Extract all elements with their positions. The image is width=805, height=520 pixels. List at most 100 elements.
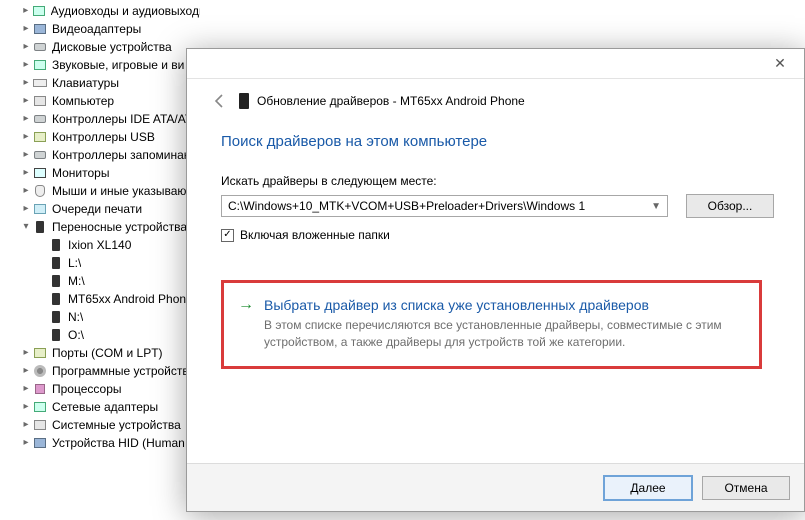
usb-icon — [32, 129, 48, 145]
cancel-button[interactable]: Отмена — [702, 476, 790, 500]
tree-item-label: Дисковые устройства — [52, 38, 172, 56]
tree-item[interactable]: ▸ Устройства HID (Human — [4, 434, 200, 452]
tree-item-label: Контроллеры USB — [52, 128, 155, 146]
chevron-right-icon[interactable]: ▸ — [20, 200, 32, 218]
chevron-right-icon[interactable]: ▸ — [20, 74, 32, 92]
gear-icon — [32, 363, 48, 379]
option-title: Выбрать драйвер из списка уже установлен… — [264, 297, 649, 313]
page-heading: Поиск драйверов на этом компьютере — [221, 133, 774, 150]
tree-item[interactable]: O:\ — [4, 326, 200, 344]
phone-icon — [48, 291, 64, 307]
dialog-titlebar: ✕ — [187, 49, 804, 79]
chevron-right-icon[interactable]: ▸ — [20, 2, 31, 20]
disk-icon — [32, 147, 48, 163]
tree-item[interactable]: ▸ Контроллеры USB — [4, 128, 200, 146]
tree-item-label: Звуковые, игровые и ви — [52, 56, 184, 74]
browse-button[interactable]: Обзор... — [686, 194, 774, 218]
dialog-title: Обновление драйверов - MT65xx Android Ph… — [257, 94, 525, 108]
tree-item[interactable]: ▸Видеоадаптеры — [4, 20, 200, 38]
tree-item-label: Порты (COM и LPT) — [52, 344, 163, 362]
tree-item-label: Очереди печати — [52, 200, 142, 218]
tree-item[interactable]: ▸Процессоры — [4, 380, 200, 398]
phone-icon — [48, 309, 64, 325]
tree-item-label: Аудиовходы и аудиовыходы — [51, 2, 200, 20]
tree-item-label: Сетевые адаптеры — [52, 398, 158, 416]
pc-icon — [32, 93, 48, 109]
tree-item[interactable]: ▸Программные устройств — [4, 362, 200, 380]
disk-icon — [32, 39, 48, 55]
tree-item[interactable]: ▾Переносные устройства — [4, 218, 200, 236]
chevron-right-icon[interactable]: ▸ — [20, 362, 32, 380]
tree-item[interactable]: ▸ Звуковые, игровые и ви — [4, 56, 200, 74]
tree-item-label: Мыши и иные указываю — [52, 182, 186, 200]
chevron-right-icon[interactable]: ▸ — [20, 344, 32, 362]
phone-icon — [48, 255, 64, 271]
chevron-right-icon[interactable]: ▸ — [20, 182, 32, 200]
chevron-right-icon[interactable]: ▸ — [20, 128, 32, 146]
tree-item[interactable]: ▸ Порты (COM и LPT) — [4, 344, 200, 362]
tree-item-label: Ixion XL140 — [68, 236, 131, 254]
tree-item[interactable]: ▸ Дисковые устройства — [4, 38, 200, 56]
tree-item[interactable]: ▸ Системные устройства — [4, 416, 200, 434]
proc-icon — [32, 381, 48, 397]
tree-item-label: M:\ — [68, 272, 85, 290]
chevron-right-icon[interactable]: ▸ — [20, 398, 32, 416]
tree-item[interactable]: ▸Контроллеры запоминан — [4, 146, 200, 164]
tree-item-label: L:\ — [68, 254, 81, 272]
arrow-right-icon: → — [238, 297, 254, 313]
tree-item[interactable]: N:\ — [4, 308, 200, 326]
monitor-icon — [32, 165, 48, 181]
printer-icon — [32, 201, 48, 217]
tree-item[interactable]: MT65xx Android Phone — [4, 290, 200, 308]
tree-item-label: Устройства HID (Human — [52, 434, 185, 452]
include-subfolders-label: Включая вложенные папки — [240, 228, 390, 242]
next-button[interactable]: Далее — [604, 476, 692, 500]
chevron-right-icon[interactable]: ▸ — [20, 56, 32, 74]
tree-item[interactable]: L:\ — [4, 254, 200, 272]
disk-icon — [32, 111, 48, 127]
chevron-right-icon[interactable]: ▸ — [20, 416, 32, 434]
chevron-right-icon[interactable]: ▸ — [20, 380, 32, 398]
driver-update-dialog: ✕ Обновление драйверов - MT65xx Android … — [186, 48, 805, 512]
tree-item[interactable]: ▸ Сетевые адаптеры — [4, 398, 200, 416]
chevron-right-icon[interactable]: ▸ — [20, 110, 32, 128]
tree-item[interactable]: ▸ Мыши и иные указываю — [4, 182, 200, 200]
chevron-right-icon[interactable]: ▸ — [20, 20, 32, 38]
path-combobox[interactable]: C:\Windows+10_MTK+VCOM+USB+Preloader+Dri… — [221, 195, 668, 217]
phone-icon — [48, 327, 64, 343]
option-description: В этом списке перечисляются все установл… — [264, 317, 741, 352]
close-button[interactable]: ✕ — [760, 51, 800, 75]
chevron-right-icon[interactable]: ▸ — [20, 92, 32, 110]
phone-icon — [32, 219, 48, 235]
dialog-footer: Далее Отмена — [187, 463, 804, 511]
tree-item-label: N:\ — [68, 308, 83, 326]
tree-item[interactable]: M:\ — [4, 272, 200, 290]
net-icon — [31, 3, 46, 19]
tree-item[interactable]: ▸ Мониторы — [4, 164, 200, 182]
chevron-right-icon[interactable]: ▸ — [20, 146, 32, 164]
tree-item[interactable]: ▸ Клавиатуры — [4, 74, 200, 92]
chevron-right-icon[interactable]: ▸ — [20, 38, 32, 56]
pick-from-list-option[interactable]: → Выбрать драйвер из списка уже установл… — [221, 280, 762, 369]
tree-item-label: MT65xx Android Phone — [68, 290, 193, 308]
tree-item-label: Мониторы — [52, 164, 109, 182]
tree-item[interactable]: ▸ Компьютер — [4, 92, 200, 110]
include-subfolders-checkbox[interactable]: ✓ — [221, 229, 234, 242]
tree-item-label: O:\ — [68, 326, 84, 344]
box-icon — [32, 21, 48, 37]
tree-item-label: Клавиатуры — [52, 74, 119, 92]
net-icon — [32, 57, 48, 73]
tree-item-label: Компьютер — [52, 92, 114, 110]
back-button[interactable] — [209, 90, 231, 112]
tree-item[interactable]: ▸ Аудиовходы и аудиовыходы — [4, 2, 200, 20]
search-location-label: Искать драйверы в следующем месте: — [221, 174, 774, 188]
device-tree: ▸Аудиовходы и аудиовыходы▸Видеоадаптеры▸… — [0, 0, 200, 452]
tree-item[interactable]: Ixion XL140 — [4, 236, 200, 254]
chevron-down-icon[interactable]: ▾ — [20, 218, 32, 236]
chevron-right-icon[interactable]: ▸ — [20, 434, 32, 452]
device-icon — [239, 93, 249, 109]
tree-item[interactable]: ▸ Очереди печати — [4, 200, 200, 218]
tree-item-label: Системные устройства — [52, 416, 181, 434]
chevron-right-icon[interactable]: ▸ — [20, 164, 32, 182]
tree-item[interactable]: ▸Контроллеры IDE ATA/AT — [4, 110, 200, 128]
